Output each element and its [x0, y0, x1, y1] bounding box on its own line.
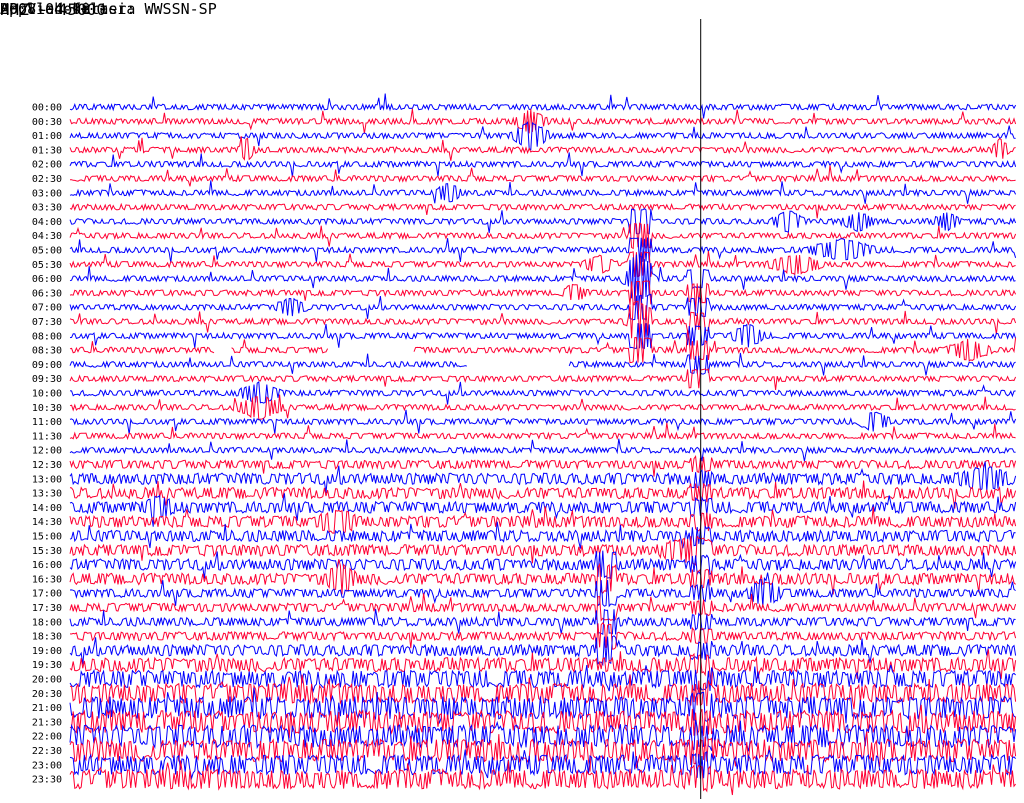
time-tick-label: 16:30 [32, 574, 62, 585]
time-tick-label: 14:30 [32, 517, 62, 528]
time-tick-label: 12:00 [32, 446, 62, 457]
trace-row-20 [69, 380, 1016, 405]
trace-row-22 [69, 409, 1017, 435]
time-tick-label: 13:00 [32, 474, 62, 485]
trace-row-4 [69, 152, 1017, 177]
trace-row-18 [69, 352, 1016, 376]
time-tick-label: 18:30 [32, 632, 62, 643]
time-tick-label: 17:30 [32, 603, 62, 614]
time-tick-label: 12:30 [32, 460, 62, 471]
trace-row-7 [69, 202, 1016, 219]
trace-row-0 [69, 93, 1017, 119]
time-tick-label: 04:00 [32, 217, 62, 228]
trace-row-25 [69, 455, 1017, 477]
trace-row-11 [69, 251, 1016, 278]
time-tick-label: 23:30 [32, 775, 62, 786]
time-tick-label: 05:30 [32, 260, 62, 271]
time-tick-label: 19:30 [32, 660, 62, 671]
time-tick-label: 21:00 [32, 703, 62, 714]
trace-row-16 [69, 323, 1017, 350]
time-tick-label: 07:00 [32, 303, 62, 314]
time-tick-label: 01:00 [32, 131, 62, 142]
time-tick-label: 18:00 [32, 617, 62, 628]
time-tick-label: 22:00 [32, 732, 62, 743]
time-tick-label: 15:30 [32, 546, 62, 557]
time-tick-label: 03:30 [32, 203, 62, 214]
trace-row-30 [69, 521, 1016, 549]
time-tick-label: 17:00 [32, 589, 62, 600]
time-tick-label: 03:00 [32, 188, 62, 199]
trace-row-5 [69, 165, 1016, 187]
trace-row-26 [69, 461, 1017, 493]
time-tick-label: 00:30 [32, 117, 62, 128]
trace-row-8 [69, 208, 1017, 235]
time-tick-label: 02:30 [32, 174, 62, 185]
time-tick-label: 10:30 [32, 403, 62, 414]
trace-row-29 [69, 506, 1017, 535]
trace-row-6 [69, 180, 1017, 204]
time-tick-label: 08:30 [32, 346, 62, 357]
trace-row-21 [69, 394, 1016, 421]
time-tick-label: 06:30 [32, 288, 62, 299]
time-tick-label: 01:30 [32, 145, 62, 156]
time-tick-label: 05:00 [32, 246, 62, 257]
trace-row-2 [69, 121, 1016, 151]
time-tick-label: 02:00 [32, 160, 62, 171]
time-tick-label: 06:00 [32, 274, 62, 285]
helicorder-plot: 00:00 00:30 01:00 01:30 02:00 02:30 03:00 03:30… [32, 19, 1017, 799]
time-tick-label: 21:30 [32, 717, 62, 728]
time-tick-label: 23:00 [32, 760, 62, 771]
trace-row-24 [69, 438, 1016, 462]
time-tick-label: 19:00 [32, 646, 62, 657]
trace-row-36 [69, 608, 1016, 635]
trace-row-37 [69, 622, 1017, 650]
tick-layer: 00:00 00:30 01:00 01:30 02:00 02:30 03:00 03:30… [32, 103, 62, 786]
time-tick-label: 10:00 [32, 389, 62, 400]
trace-row-31 [69, 535, 1017, 566]
time-tick-label: 11:00 [32, 417, 62, 428]
trace-row-19 [69, 368, 1017, 390]
time-tick-label: 09:30 [32, 374, 62, 385]
trace-layer [69, 93, 1017, 796]
trace-row-10 [69, 237, 1017, 263]
time-tick-label: 15:00 [32, 532, 62, 543]
trace-row-14 [69, 293, 1017, 321]
time-tick-label: 09:00 [32, 360, 62, 371]
time-tick-label: 07:30 [32, 317, 62, 328]
trace-row-9 [69, 222, 1017, 250]
time-tick-label: 20:30 [32, 689, 62, 700]
time-tick-label: 00:00 [32, 103, 62, 114]
time-tick-label: 11:30 [32, 431, 62, 442]
trace-row-32 [69, 550, 1017, 580]
time-tick-label: 04:30 [32, 231, 62, 242]
time-tick-label: 13:30 [32, 489, 62, 500]
applied-filter: Applied filter: WWSSN-SP [0, 0, 217, 18]
trace-row-12 [69, 254, 1016, 303]
time-tick-label: 20:00 [32, 675, 62, 686]
time-tick-label: 16:00 [32, 560, 62, 571]
time-tick-label: 08:00 [32, 331, 62, 342]
time-tick-label: 22:30 [32, 746, 62, 757]
time-tick-label: 14:00 [32, 503, 62, 514]
trace-row-1 [69, 108, 1017, 134]
